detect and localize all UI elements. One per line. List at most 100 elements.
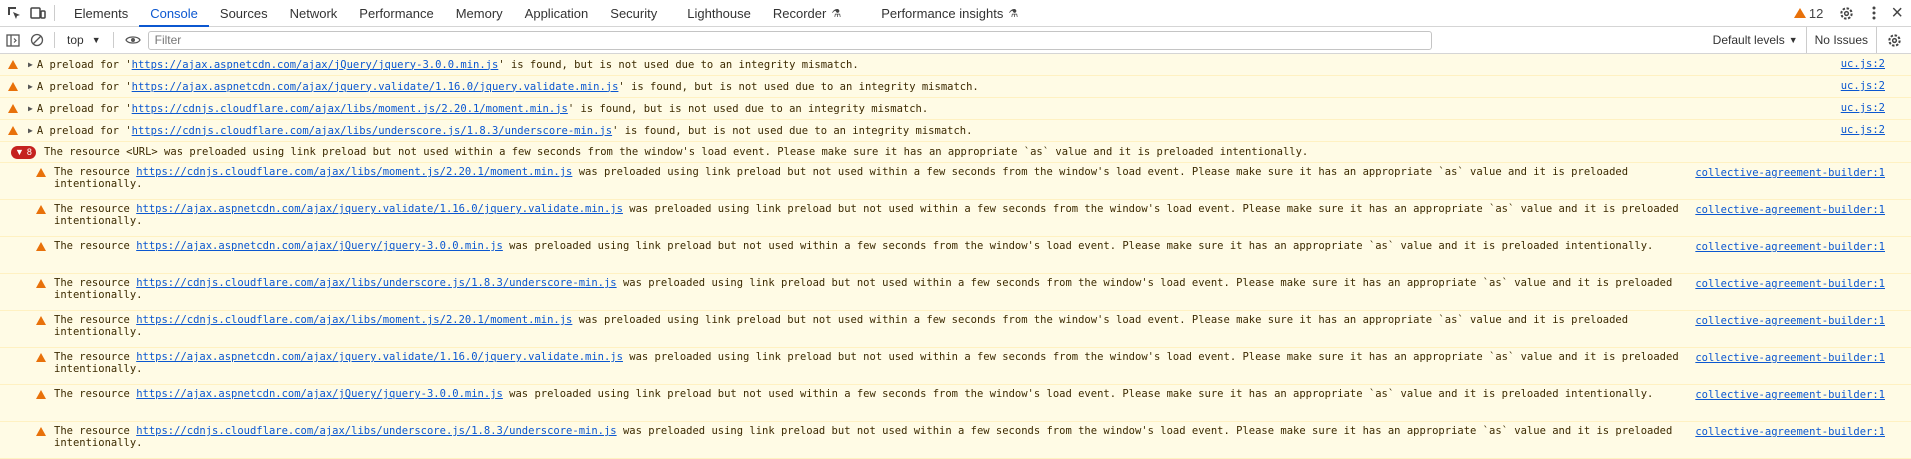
log-levels-dropdown[interactable]: Default levels ▼ [1705,33,1806,47]
tab-network[interactable]: Network [279,0,349,26]
tab-application[interactable]: Application [514,0,600,26]
more-options-icon[interactable] [1863,2,1885,24]
tab-console[interactable]: Console [139,0,209,27]
console-warning-row[interactable]: The resource https://ajax.aspnetcdn.com/… [0,385,1911,422]
console-warning-row[interactable]: ▶ A preload for 'https://ajax.aspnetcdn.… [0,76,1911,98]
group-count-badge[interactable]: ▼ 8 [11,145,36,159]
console-warning-row[interactable]: ▶ A preload for 'https://cdnjs.cloudflar… [0,98,1911,120]
source-link[interactable]: collective-agreement-builder:1 [1695,426,1885,438]
live-expression-eye-icon[interactable] [122,29,144,51]
filter-placeholder: Filter [154,33,182,47]
console-warning-row[interactable]: The resource https://cdnjs.cloudflare.co… [0,163,1911,200]
source-link[interactable]: collective-agreement-builder:1 [1695,241,1885,253]
tab-performance-insights[interactable]: Performance insights ⚗ [870,0,1029,26]
message-text: The resource [54,203,137,215]
tab-label: Lighthouse [687,5,751,21]
caret-down-icon: ▼ [91,35,101,45]
message-text: A preload for ' [36,124,132,137]
warning-icon [1793,8,1806,18]
expand-arrow-icon[interactable]: ▶ [28,60,33,69]
close-icon[interactable]: × [1891,3,1903,23]
settings-gear-icon[interactable] [1835,2,1857,24]
tab-elements[interactable]: Elements [63,0,139,26]
tab-label: Console [150,5,198,21]
resource-link[interactable]: https://ajax.aspnetcdn.com/ajax/jQuery/j… [136,240,503,252]
warning-message: The resource https://ajax.aspnetcdn.com/… [54,351,1694,375]
tab-label: Sources [219,5,268,21]
console-warning-row[interactable]: ▶ A preload for 'https://cdnjs.cloudflar… [0,120,1911,142]
warning-icon [36,168,50,177]
source-link[interactable]: collective-agreement-builder:1 [1695,389,1885,401]
warning-icon [36,316,50,325]
resource-link[interactable]: https://ajax.aspnetcdn.com/ajax/jquery.v… [132,81,619,93]
resource-link[interactable]: https://cdnjs.cloudflare.com/ajax/libs/m… [136,314,572,326]
message-text: The resource [54,425,137,437]
source-link[interactable]: collective-agreement-builder:1 [1695,278,1885,290]
console-warning-row[interactable]: ▶ A preload for 'https://ajax.aspnetcdn.… [0,54,1911,76]
tab-label: Elements [74,5,129,21]
flask-icon: ⚗ [831,7,842,20]
resource-link[interactable]: https://ajax.aspnetcdn.com/ajax/jquery.v… [136,351,623,363]
resource-link[interactable]: https://ajax.aspnetcdn.com/ajax/jquery.v… [136,203,623,215]
sidebar-toggle-icon[interactable] [2,29,24,51]
source-link[interactable]: uc.js:2 [1841,80,1885,92]
tab-lighthouse[interactable]: Lighthouse [676,0,762,26]
warning-message: A preload for 'https://cdnjs.cloudflare.… [37,125,973,137]
resource-link[interactable]: https://cdnjs.cloudflare.com/ajax/libs/u… [136,277,616,289]
context-label: top [67,33,84,47]
tab-security[interactable]: Security [599,0,668,26]
source-link[interactable]: uc.js:2 [1841,102,1885,114]
inspect-element-icon[interactable] [4,0,24,26]
tab-recorder[interactable]: Recorder ⚗ [762,0,852,26]
resource-link[interactable]: https://cdnjs.cloudflare.com/ajax/libs/m… [132,103,568,115]
warning-icon [36,353,50,362]
resource-link[interactable]: https://cdnjs.cloudflare.com/ajax/libs/u… [132,125,612,137]
source-link[interactable]: collective-agreement-builder:1 [1695,167,1885,179]
flask-icon: ⚗ [1008,7,1019,20]
resource-link[interactable]: https://ajax.aspnetcdn.com/ajax/jQuery/j… [136,388,503,400]
clear-console-icon[interactable] [26,29,48,51]
console-warning-row[interactable]: The resource https://cdnjs.cloudflare.co… [0,311,1911,348]
source-link[interactable]: uc.js:2 [1841,124,1885,136]
source-link[interactable]: collective-agreement-builder:1 [1695,315,1885,327]
message-text: was preloaded using link preload but not… [502,388,1654,400]
source-link[interactable]: collective-agreement-builder:1 [1695,352,1885,364]
expand-arrow-icon[interactable]: ▶ [28,104,33,113]
console-warning-row[interactable]: The resource https://ajax.aspnetcdn.com/… [0,237,1911,274]
message-text: ' is found, but is not used due to an in… [498,58,859,71]
console-warning-row[interactable]: The resource https://cdnjs.cloudflare.co… [0,274,1911,311]
resource-link[interactable]: https://ajax.aspnetcdn.com/ajax/jQuery/j… [132,59,499,71]
tab-performance[interactable]: Performance [348,0,444,26]
expand-arrow-icon[interactable]: ▶ [28,126,33,135]
tab-memory[interactable]: Memory [445,0,514,26]
tab-label: Performance insights [881,5,1004,21]
source-link[interactable]: uc.js:2 [1841,58,1885,70]
console-warning-row[interactable]: The resource https://cdnjs.cloudflare.co… [0,422,1911,459]
warning-icon [8,126,22,135]
resource-link[interactable]: https://cdnjs.cloudflare.com/ajax/libs/m… [136,166,572,178]
context-selector[interactable]: top ▼ [61,33,107,47]
resource-link[interactable]: https://cdnjs.cloudflare.com/ajax/libs/u… [136,425,616,437]
message-text: ' is found, but is not used due to an in… [567,102,929,115]
issues-button[interactable]: No Issues [1805,27,1877,53]
console-settings-gear-icon[interactable] [1883,29,1905,51]
issues-counter-button[interactable]: 12 [1793,5,1824,21]
grouped-warning-header[interactable]: ▼ 8 The resource <URL> was preloaded usin… [0,142,1911,163]
tab-label: Application [524,5,589,21]
device-toolbar-icon[interactable] [28,0,48,26]
warning-message: The resource https://ajax.aspnetcdn.com/… [54,240,1694,252]
issues-count: 12 [1808,5,1824,21]
expand-arrow-icon[interactable]: ▶ [28,82,33,91]
tab-sources[interactable]: Sources [209,0,279,26]
message-text: The resource [54,314,137,326]
message-text: The resource [54,166,137,178]
tab-label: Recorder [772,5,827,21]
message-text: The resource [54,388,137,400]
divider [54,5,55,21]
group-count: 8 [26,147,32,157]
message-text: The resource [54,351,137,363]
source-link[interactable]: collective-agreement-builder:1 [1695,204,1885,216]
console-warning-row[interactable]: The resource https://ajax.aspnetcdn.com/… [0,200,1911,237]
console-warning-row[interactable]: The resource https://ajax.aspnetcdn.com/… [0,348,1911,385]
filter-input[interactable]: Filter [147,30,1432,50]
